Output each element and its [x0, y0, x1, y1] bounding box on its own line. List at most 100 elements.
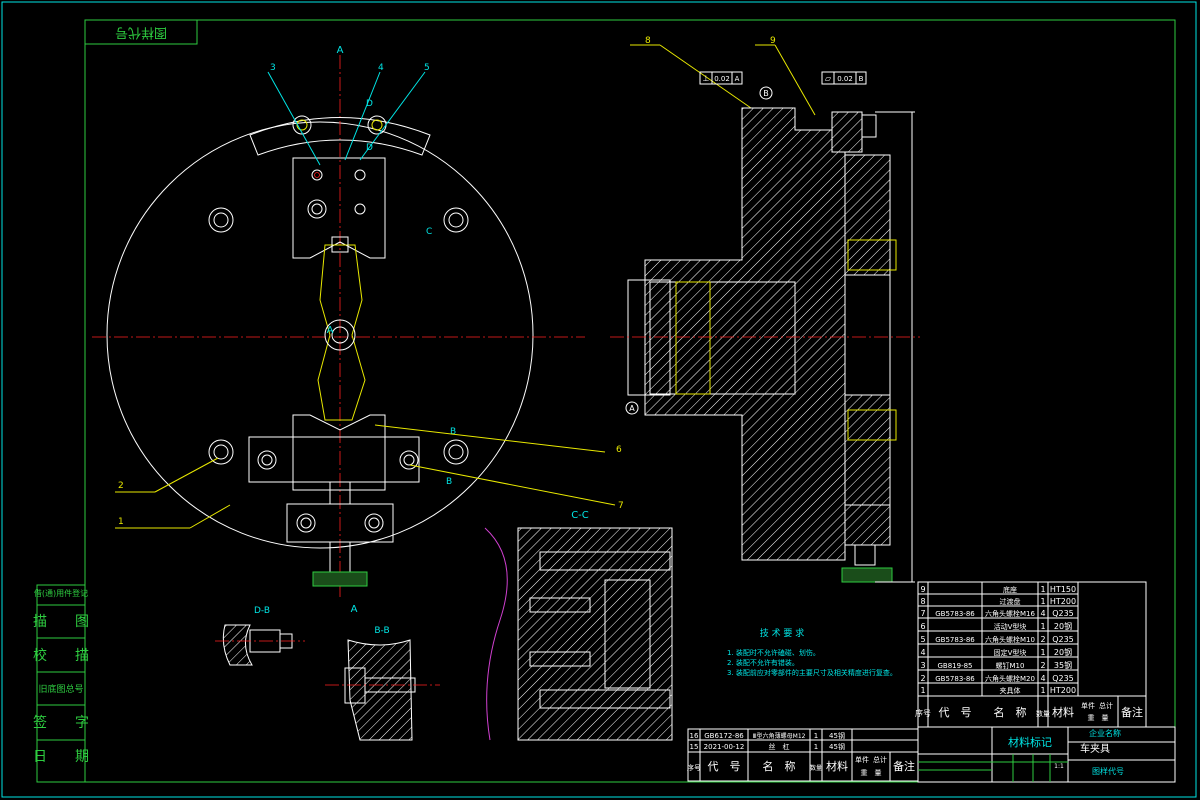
drawing-name: 车夹具 — [1080, 742, 1110, 755]
tech-req-item-2: 2. 装配不允许有错装。 — [727, 658, 799, 667]
svg-text:单件: 单件 — [855, 755, 869, 764]
balloon-5: 5 — [424, 63, 430, 73]
left-col-label-0: 借(通)用件登记 — [34, 588, 88, 598]
svg-text:丝 杠: 丝 杠 — [769, 742, 790, 751]
material-mark: 材料标记 — [1008, 735, 1052, 749]
balloon-9: 9 — [770, 36, 776, 46]
bom-small-header: 序号 代 号 名 称 数量 材料 单件 总计 重 量 备注 — [687, 755, 915, 777]
svg-text:7: 7 — [920, 609, 925, 618]
svg-text:⊥: ⊥ — [703, 74, 710, 83]
title-stamp: 图样代号 — [84, 19, 198, 45]
svg-text:20钢: 20钢 — [1054, 621, 1072, 631]
svg-text:GB6172-86: GB6172-86 — [704, 732, 744, 740]
side-section-view: B A ⊥ 0.02 A ▱ 0.02 B — [610, 71, 920, 583]
svg-text:名 称: 名 称 — [994, 705, 1027, 719]
svg-text:总计: 总计 — [1099, 701, 1113, 710]
svg-text:1: 1 — [814, 743, 818, 751]
svg-text:4: 4 — [1040, 674, 1045, 683]
balloon-1: 1 — [118, 517, 124, 527]
svg-text:六角头螺栓M16: 六角头螺栓M16 — [985, 609, 1035, 618]
section-cc-label: C-C — [571, 510, 589, 521]
balloon-6: 6 — [616, 445, 622, 455]
scale-value: 1:1 — [1054, 763, 1064, 770]
tolerance-frame-1: ⊥ 0.02 A — [699, 71, 743, 85]
bom-row-3: 3 GB819-85 螺钉M10 2 35钢 — [920, 660, 1072, 670]
left-col-label-3: 旧底图总号 — [38, 683, 83, 695]
svg-text:过渡盘: 过渡盘 — [1000, 597, 1021, 606]
svg-text:16: 16 — [690, 732, 699, 740]
svg-text:8: 8 — [920, 597, 925, 606]
svg-text:固定V型块: 固定V型块 — [994, 648, 1027, 657]
section-b-upper: B — [450, 427, 456, 437]
svg-text:0.02: 0.02 — [714, 75, 730, 83]
bom-main-table: 9 底座 1 HT150 8 过渡盘 1 HT200 7 GB5783-86 六角头螺栓M16 4… — [915, 581, 1147, 728]
svg-text:单件: 单件 — [1081, 701, 1095, 710]
svg-text:代 号: 代 号 — [708, 760, 741, 773]
tech-req-item-1: 1. 装配时不允许磕碰、划伤。 — [727, 648, 820, 657]
svg-text:2: 2 — [1040, 661, 1045, 670]
svg-text:Q235: Q235 — [1052, 674, 1074, 683]
svg-text:Ⅲ型六角薄螺母M12: Ⅲ型六角薄螺母M12 — [753, 732, 806, 740]
svg-text:20钢: 20钢 — [1054, 647, 1072, 657]
svg-text:2021-00-12: 2021-00-12 — [704, 743, 745, 751]
svg-text:1: 1 — [920, 686, 925, 695]
balloon-3: 3 — [270, 63, 276, 73]
svg-text:1: 1 — [814, 732, 818, 740]
balloon-4: 4 — [378, 63, 384, 73]
svg-text:序号: 序号 — [687, 763, 701, 772]
svg-text:底座: 底座 — [1003, 585, 1017, 594]
svg-text:5: 5 — [920, 635, 925, 644]
svg-text:GB5783-86: GB5783-86 — [935, 610, 975, 618]
svg-text:HT200: HT200 — [1050, 597, 1076, 606]
bom-row-4: 4 固定V型块 1 20钢 — [920, 647, 1072, 657]
svg-text:1: 1 — [1040, 648, 1045, 657]
svg-text:总计: 总计 — [873, 755, 887, 764]
svg-text:备注: 备注 — [1121, 705, 1143, 719]
title-block: 材料标记 企业名称 车夹具 图样代号 1:1 — [917, 726, 1176, 783]
datum-b-label: B — [763, 89, 769, 98]
svg-text:代 号: 代 号 — [939, 706, 972, 719]
svg-text:1: 1 — [1040, 622, 1045, 631]
bom-row-7: 7 GB5783-86 六角头螺栓M16 4 Q235 — [920, 609, 1073, 618]
svg-text:螺钉M10: 螺钉M10 — [996, 661, 1025, 670]
tech-req-item-3: 3. 装配前应对零部件的主要尺寸及相关精度进行复查。 — [727, 668, 897, 677]
left-col-label-1: 描 图 — [33, 614, 89, 630]
svg-text:1: 1 — [1040, 686, 1045, 695]
bom-row-8: 8 过渡盘 1 HT200 — [920, 597, 1076, 606]
bom-row-2: 2 GB5783-86 六角头螺栓M20 4 Q235 — [920, 674, 1073, 683]
tolerance-frame-2: ▱ 0.02 B — [821, 71, 867, 85]
svg-text:材料: 材料 — [826, 759, 848, 773]
balloon-8: 8 — [645, 36, 651, 46]
svg-text:35钢: 35钢 — [1054, 660, 1072, 670]
bom-row-9: 9 底座 1 HT150 — [920, 585, 1076, 594]
section-c-mark: C — [426, 227, 432, 237]
section-a-center: A — [327, 325, 334, 336]
svg-text:序号: 序号 — [915, 708, 931, 718]
section-b-lower: B — [446, 477, 452, 487]
svg-text:GB5783-86: GB5783-86 — [935, 675, 975, 683]
svg-text:45钢: 45钢 — [829, 742, 845, 751]
left-col-label-5: 日 期 — [33, 749, 89, 765]
svg-text:15: 15 — [690, 743, 699, 751]
svg-text:3: 3 — [920, 661, 925, 670]
technical-requirements: 技 术 要 求 1. 装配时不允许磕碰、划伤。 2. 装配不允许有错装。 3. … — [727, 627, 897, 677]
svg-text:9: 9 — [920, 585, 925, 594]
svg-text:夹具体: 夹具体 — [1000, 686, 1021, 695]
svg-text:0.02: 0.02 — [837, 75, 853, 83]
drawing-code: 图样代号 — [1092, 766, 1124, 776]
datum-a-label: A — [629, 404, 635, 413]
section-bb-label: B-B — [374, 626, 389, 636]
svg-text:4: 4 — [1040, 609, 1045, 618]
svg-text:数量: 数量 — [810, 764, 822, 772]
section-a-bottom: A — [351, 604, 358, 615]
svg-text:Q235: Q235 — [1052, 609, 1074, 618]
svg-text:Q235: Q235 — [1052, 635, 1074, 644]
svg-text:GB819-85: GB819-85 — [937, 662, 972, 670]
svg-text:重 量: 重 量 — [861, 769, 882, 777]
section-bb-view: B-B — [325, 626, 440, 741]
front-view: A A A D D C B B — [92, 45, 585, 615]
svg-text:六角头螺栓M10: 六角头螺栓M10 — [985, 635, 1035, 644]
svg-text:1: 1 — [1040, 585, 1045, 594]
svg-text:45钢: 45钢 — [829, 731, 845, 740]
svg-text:GB5783-86: GB5783-86 — [935, 636, 975, 644]
